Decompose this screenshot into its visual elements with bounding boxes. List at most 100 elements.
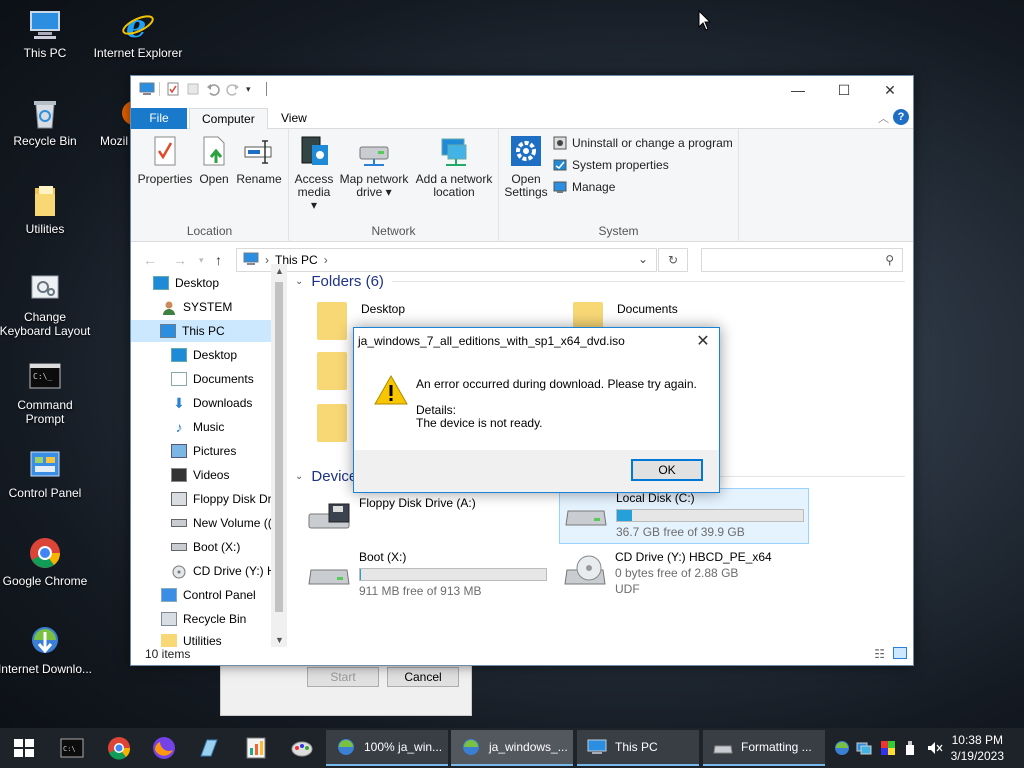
desktop-icon-google-chrome[interactable]: Google Chrome (0, 536, 93, 588)
download-manager-tray-icon[interactable] (834, 740, 850, 756)
large-icons-view-icon[interactable] (893, 647, 907, 659)
add-network-location-button[interactable]: Add a network location (413, 135, 495, 199)
start-button[interactable]: Start (307, 667, 379, 687)
network-tray-icon[interactable] (856, 740, 872, 756)
nav-item-desktop-sub[interactable]: Desktop (171, 344, 237, 366)
collapse-ribbon-icon[interactable]: ︿ (878, 110, 889, 126)
details-text: The device is not ready. (416, 416, 543, 430)
nav-scrollbar[interactable]: ▲ ▼ (271, 264, 287, 647)
system-properties-button[interactable]: System properties (553, 158, 669, 172)
folder-icon-pictures[interactable] (317, 404, 347, 442)
details-view-icon[interactable]: ☷ (874, 643, 885, 665)
desktop-icon-utilities[interactable]: Utilities (0, 184, 93, 236)
spreadsheet-app-icon[interactable] (244, 736, 268, 760)
settings-gear-icon (510, 135, 542, 169)
desktop-icon-internet-explorer[interactable]: e Internet Explorer (90, 7, 186, 60)
network-drive-icon (358, 135, 390, 169)
nav-item-downloads[interactable]: ⬇ Downloads (171, 392, 252, 414)
svg-text:e: e (126, 8, 146, 42)
redo-icon[interactable] (226, 82, 240, 96)
manage-button[interactable]: Manage (553, 180, 615, 194)
scroll-thumb[interactable] (275, 282, 283, 612)
taskbar-item-this-pc[interactable]: This PC (577, 730, 699, 766)
drive-floppy-a[interactable]: Floppy Disk Drive (A:) (307, 496, 557, 544)
properties-button[interactable]: Properties (137, 135, 193, 186)
dialog-title: ja_windows_7_all_editions_with_sp1_x64_d… (358, 334, 625, 348)
drive-boot-x[interactable]: Boot (X:) 911 MB free of 913 MB (307, 550, 557, 598)
tab-computer[interactable]: Computer (189, 108, 268, 130)
drive-cd-y[interactable]: CD Drive (Y:) HBCD_PE_x64 0 bytes free o… (563, 550, 813, 610)
tab-file[interactable]: File (131, 108, 187, 130)
close-button[interactable]: ✕ (867, 76, 913, 105)
close-icon[interactable]: ✕ (693, 331, 713, 351)
desktop-icon-this-pc[interactable]: This PC (0, 8, 93, 60)
properties-icon[interactable] (166, 82, 180, 96)
open-button[interactable]: Open (195, 135, 233, 186)
command-prompt-icon[interactable]: C:\ (60, 736, 84, 760)
volume-muted-icon[interactable] (926, 740, 944, 756)
nav-item-documents[interactable]: Documents (171, 368, 254, 390)
desktop-icon-command-prompt[interactable]: C:\_ Command Prompt (0, 360, 93, 426)
nav-item-floppy-drive[interactable]: Floppy Disk Dri (171, 488, 274, 510)
undo-icon[interactable] (206, 82, 220, 96)
nav-item-cd-drive[interactable]: CD Drive (Y:) H (171, 560, 276, 582)
computer-icon (139, 82, 155, 96)
computer-icon (28, 8, 62, 42)
nav-item-music[interactable]: ♪ Music (171, 416, 225, 438)
taskbar-item-download-progress[interactable]: 100% ja_win... (326, 730, 448, 766)
open-settings-button[interactable]: Open Settings (503, 135, 549, 199)
disk-usage-fill (617, 510, 632, 521)
chrome-icon[interactable] (107, 736, 131, 760)
title-bar: ▾ — ☐ ✕ (131, 76, 913, 105)
tab-view[interactable]: View (269, 108, 319, 130)
usb-drive-tray-icon[interactable] (904, 740, 916, 756)
nav-item-desktop[interactable]: Desktop (153, 272, 219, 294)
uninstall-program-button[interactable]: Uninstall or change a program (553, 136, 733, 150)
details-label: Details: (416, 403, 457, 417)
nav-item-control-panel[interactable]: Control Panel (161, 584, 256, 606)
folders-group-header[interactable]: ⌄ Folders (6) (295, 273, 905, 290)
nav-item-pictures[interactable]: Pictures (171, 440, 236, 462)
customize-toolbar-chevron-icon[interactable]: ▾ (246, 82, 260, 96)
media-icon (298, 135, 330, 169)
taskbar-item-iso-dialog[interactable]: ja_windows_... (451, 730, 573, 766)
desktop-icon-internet-download-manager[interactable]: Internet Downlo... (0, 624, 93, 676)
paint-app-icon[interactable] (290, 736, 314, 760)
firefox-icon[interactable] (152, 736, 176, 760)
computer-icon (587, 738, 607, 756)
desktop-icon-recycle-bin[interactable]: Recycle Bin (0, 96, 93, 148)
ok-button[interactable]: OK (631, 459, 703, 481)
collapse-chevron-icon: ⌄ (295, 276, 304, 287)
maximize-button[interactable]: ☐ (821, 76, 867, 105)
downloads-arrow-icon: ⬇ (173, 395, 185, 411)
new-folder-icon[interactable] (186, 82, 200, 96)
desktop-icon-change-keyboard-layout[interactable]: Change Keyboard Layout (0, 272, 93, 338)
help-icon[interactable]: ? (893, 109, 909, 125)
nav-item-recycle-bin[interactable]: Recycle Bin (161, 608, 246, 630)
folder-icon-downloads[interactable] (317, 352, 347, 390)
map-network-drive-button[interactable]: Map network drive ▾ (337, 135, 411, 199)
nav-item-videos[interactable]: Videos (171, 464, 229, 486)
nav-item-new-volume[interactable]: New Volume (( (171, 512, 272, 534)
desktop-icon-control-panel[interactable]: Control Panel (0, 448, 93, 500)
scroll-up-icon[interactable]: ▲ (275, 266, 284, 276)
taskbar-clock[interactable]: 10:38 PM 3/19/2023 (951, 732, 1004, 764)
cancel-button[interactable]: Cancel (387, 667, 459, 687)
windows-start-icon[interactable] (12, 736, 36, 760)
disk-usage-bar (616, 509, 804, 522)
nav-item-system-user[interactable]: SYSTEM (161, 296, 232, 318)
keyboard-settings-icon (28, 272, 62, 306)
taskbar-item-formatting[interactable]: Formatting ... (703, 730, 825, 766)
pictures-icon (171, 444, 187, 458)
svg-text:C:\: C:\ (63, 745, 76, 753)
drive-local-c[interactable]: Local Disk (C:) 36.7 GB free of 39.9 GB (559, 488, 809, 544)
minimize-button[interactable]: — (775, 76, 821, 105)
utility-app-icon[interactable] (197, 736, 221, 760)
nav-item-this-pc[interactable]: This PC (131, 320, 271, 342)
rename-button[interactable]: Rename (235, 135, 283, 186)
cd-drive-icon (563, 554, 607, 585)
disk-usage-bar (359, 568, 547, 581)
nav-item-boot-drive[interactable]: Boot (X:) (171, 536, 240, 558)
color-tray-icon[interactable] (880, 740, 896, 756)
access-media-button[interactable]: Access media ▾ (293, 135, 335, 212)
